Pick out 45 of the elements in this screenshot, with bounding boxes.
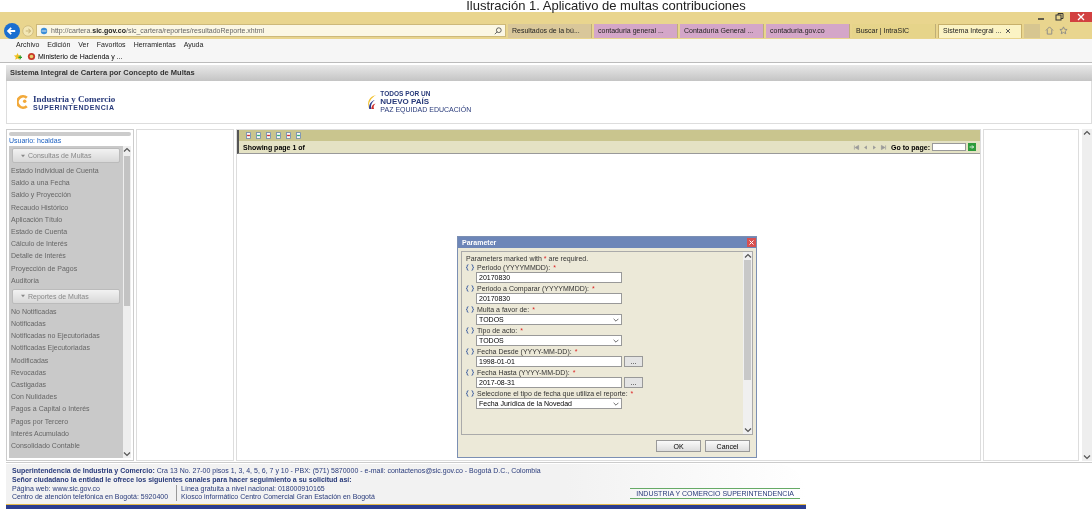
slogan-title: NUEVO PAÍS	[380, 97, 430, 106]
toolbar-icon[interactable]	[255, 132, 262, 139]
chevron-icon	[613, 401, 619, 406]
brackets-icon	[466, 285, 474, 292]
scroll-up-icon[interactable]	[743, 252, 752, 260]
sidebar-scrollbar[interactable]	[123, 146, 131, 458]
seal-icon	[27, 51, 36, 61]
toolbar-icon[interactable]	[265, 132, 272, 139]
first-page-icon[interactable]	[853, 143, 861, 151]
chevron-icon	[613, 338, 619, 343]
globe-icon	[40, 26, 48, 35]
scroll-up-icon[interactable]	[1083, 129, 1091, 137]
toolbar-icon[interactable]	[275, 132, 282, 139]
scroll-down-icon[interactable]	[123, 450, 131, 458]
scroll-up-icon[interactable]	[123, 146, 131, 154]
scroll-down-icon[interactable]	[743, 426, 752, 434]
toolbar-icon[interactable]	[245, 132, 252, 139]
restore-icon[interactable]	[1052, 12, 1066, 22]
last-page-icon[interactable]	[880, 143, 888, 151]
brackets-icon	[466, 369, 474, 376]
go-button[interactable]	[968, 143, 976, 151]
star-icon[interactable]	[1059, 26, 1068, 35]
back-button[interactable]	[4, 22, 20, 39]
brackets-icon	[466, 348, 474, 355]
brackets-icon	[466, 390, 474, 397]
close-tab-icon[interactable]	[1005, 28, 1012, 34]
next-page-icon[interactable]	[871, 143, 879, 151]
dialog-scrollbar[interactable]	[743, 252, 752, 434]
brackets-icon	[466, 327, 474, 334]
page-number-field[interactable]	[932, 143, 966, 151]
search-icon[interactable]	[494, 26, 502, 35]
brackets-icon	[466, 306, 474, 313]
brackets-icon	[466, 264, 474, 271]
home-icon[interactable]	[1045, 26, 1054, 35]
logo-title: Industria y Comercio	[33, 93, 116, 104]
close-icon[interactable]	[1070, 12, 1092, 22]
figure-caption: Ilustración 1. Aplicativo de multas contribuciones	[465, 0, 747, 12]
scroll-down-icon[interactable]	[1083, 453, 1091, 461]
page-scrollbar[interactable]	[1082, 129, 1092, 461]
close-button[interactable]	[747, 238, 756, 247]
toolbar-icon[interactable]	[295, 132, 302, 139]
toolbar-icon[interactable]	[285, 132, 292, 139]
previous-page-icon[interactable]	[862, 143, 870, 151]
chevron-icon	[613, 317, 619, 322]
add-favorite-icon[interactable]	[13, 51, 22, 61]
